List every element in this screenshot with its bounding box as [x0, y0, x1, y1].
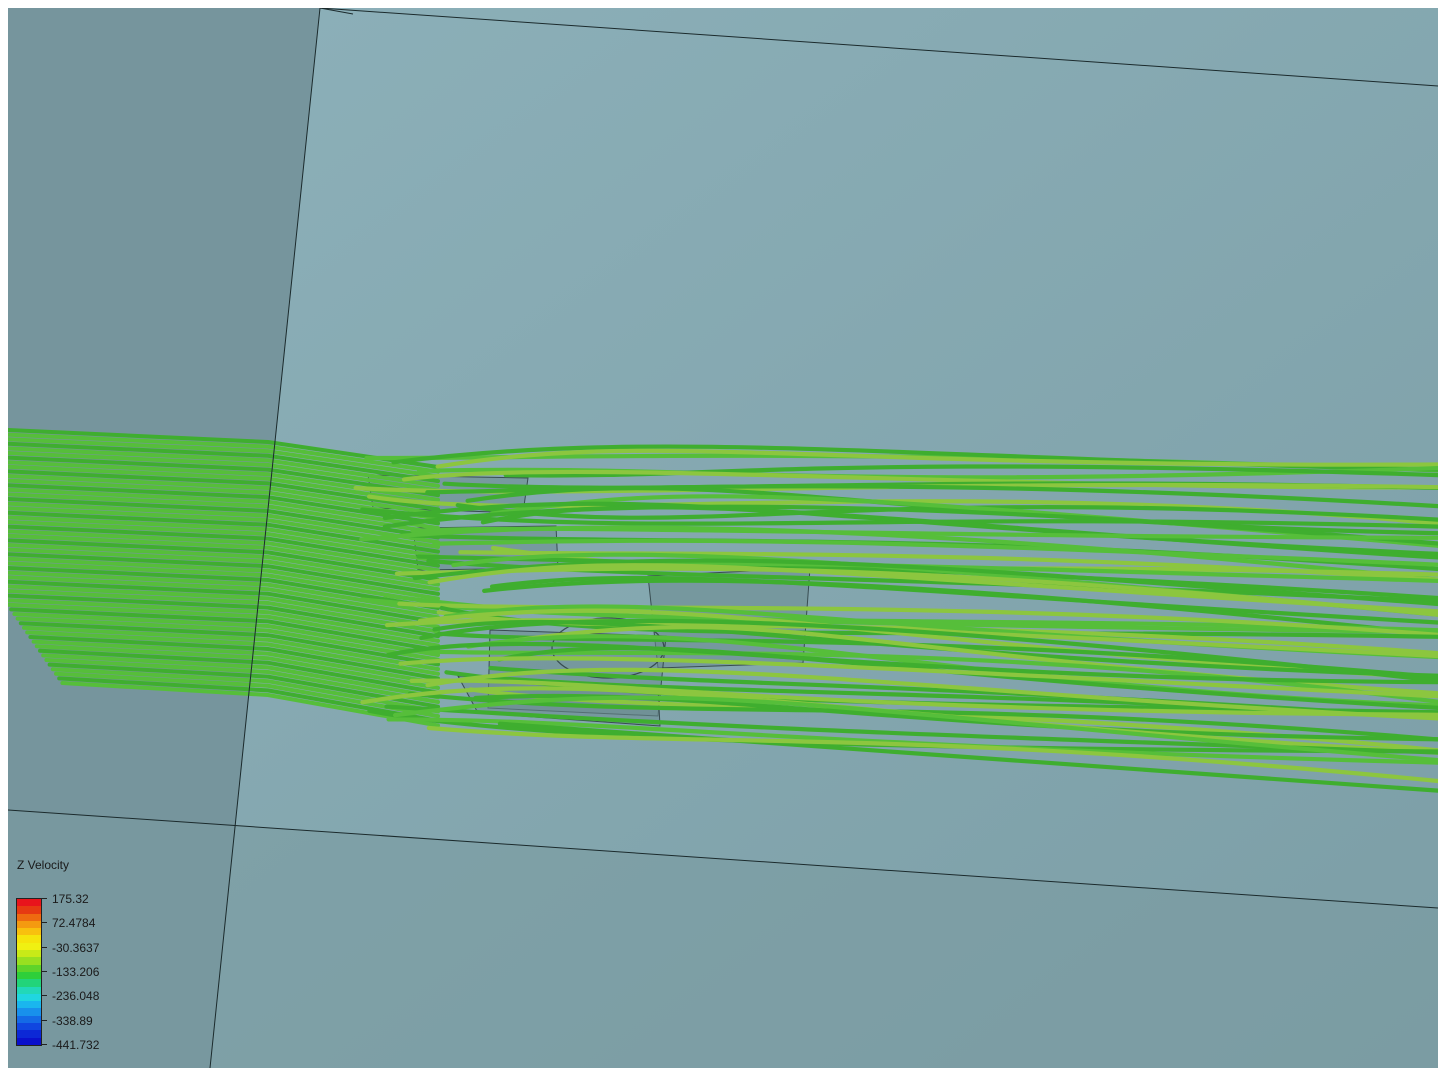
legend-tick-mark	[42, 946, 47, 948]
legend-tick-label: -338.89	[52, 1013, 93, 1028]
legend-tick-mark	[42, 922, 47, 924]
legend-tick-label: -133.206	[52, 965, 100, 979]
legend-tick-label: -441.732	[52, 1038, 100, 1052]
legend-tick-mark	[42, 995, 47, 997]
3d-viewport[interactable]: Z Velocity 175.32 72.4784 -30.3637 -133.206…	[8, 8, 1438, 1068]
legend-tick-label: 72.4784	[52, 916, 96, 931]
legend-tick-mark	[42, 1019, 47, 1021]
legend-tick-label: -236.048	[52, 989, 100, 1004]
legend-tick-mark	[42, 898, 47, 899]
legend-tick-label: -30.3637	[52, 940, 100, 955]
color-legend: Z Velocity 175.32 72.4784 -30.3637 -133.206…	[16, 858, 146, 1058]
legend-tick-mark	[42, 971, 47, 972]
legend-tick-mark	[42, 1044, 47, 1045]
flow-visualization-scene	[8, 8, 1438, 1068]
legend-tick-label: 175.32	[52, 892, 89, 906]
legend-ticks: 175.32 72.4784 -30.3637 -133.206 -236.048 -33…	[16, 858, 146, 1058]
